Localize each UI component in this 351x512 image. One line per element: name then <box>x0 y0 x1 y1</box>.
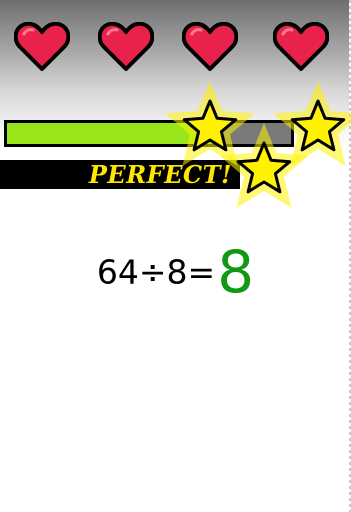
math-problem: 64÷8=8 <box>0 238 351 306</box>
progress-bar <box>4 120 294 147</box>
progress-bar-fill <box>7 123 212 144</box>
equation-expression: 64÷8= <box>96 252 216 292</box>
equation-answer: 8 <box>217 238 255 306</box>
life-heart-icon <box>14 22 70 72</box>
feedback-banner: PERFECT! <box>0 160 240 189</box>
life-heart-icon <box>98 22 154 72</box>
feedback-text: PERFECT! <box>88 160 232 189</box>
life-heart-icon <box>182 22 238 72</box>
life-heart-icon <box>273 22 329 72</box>
